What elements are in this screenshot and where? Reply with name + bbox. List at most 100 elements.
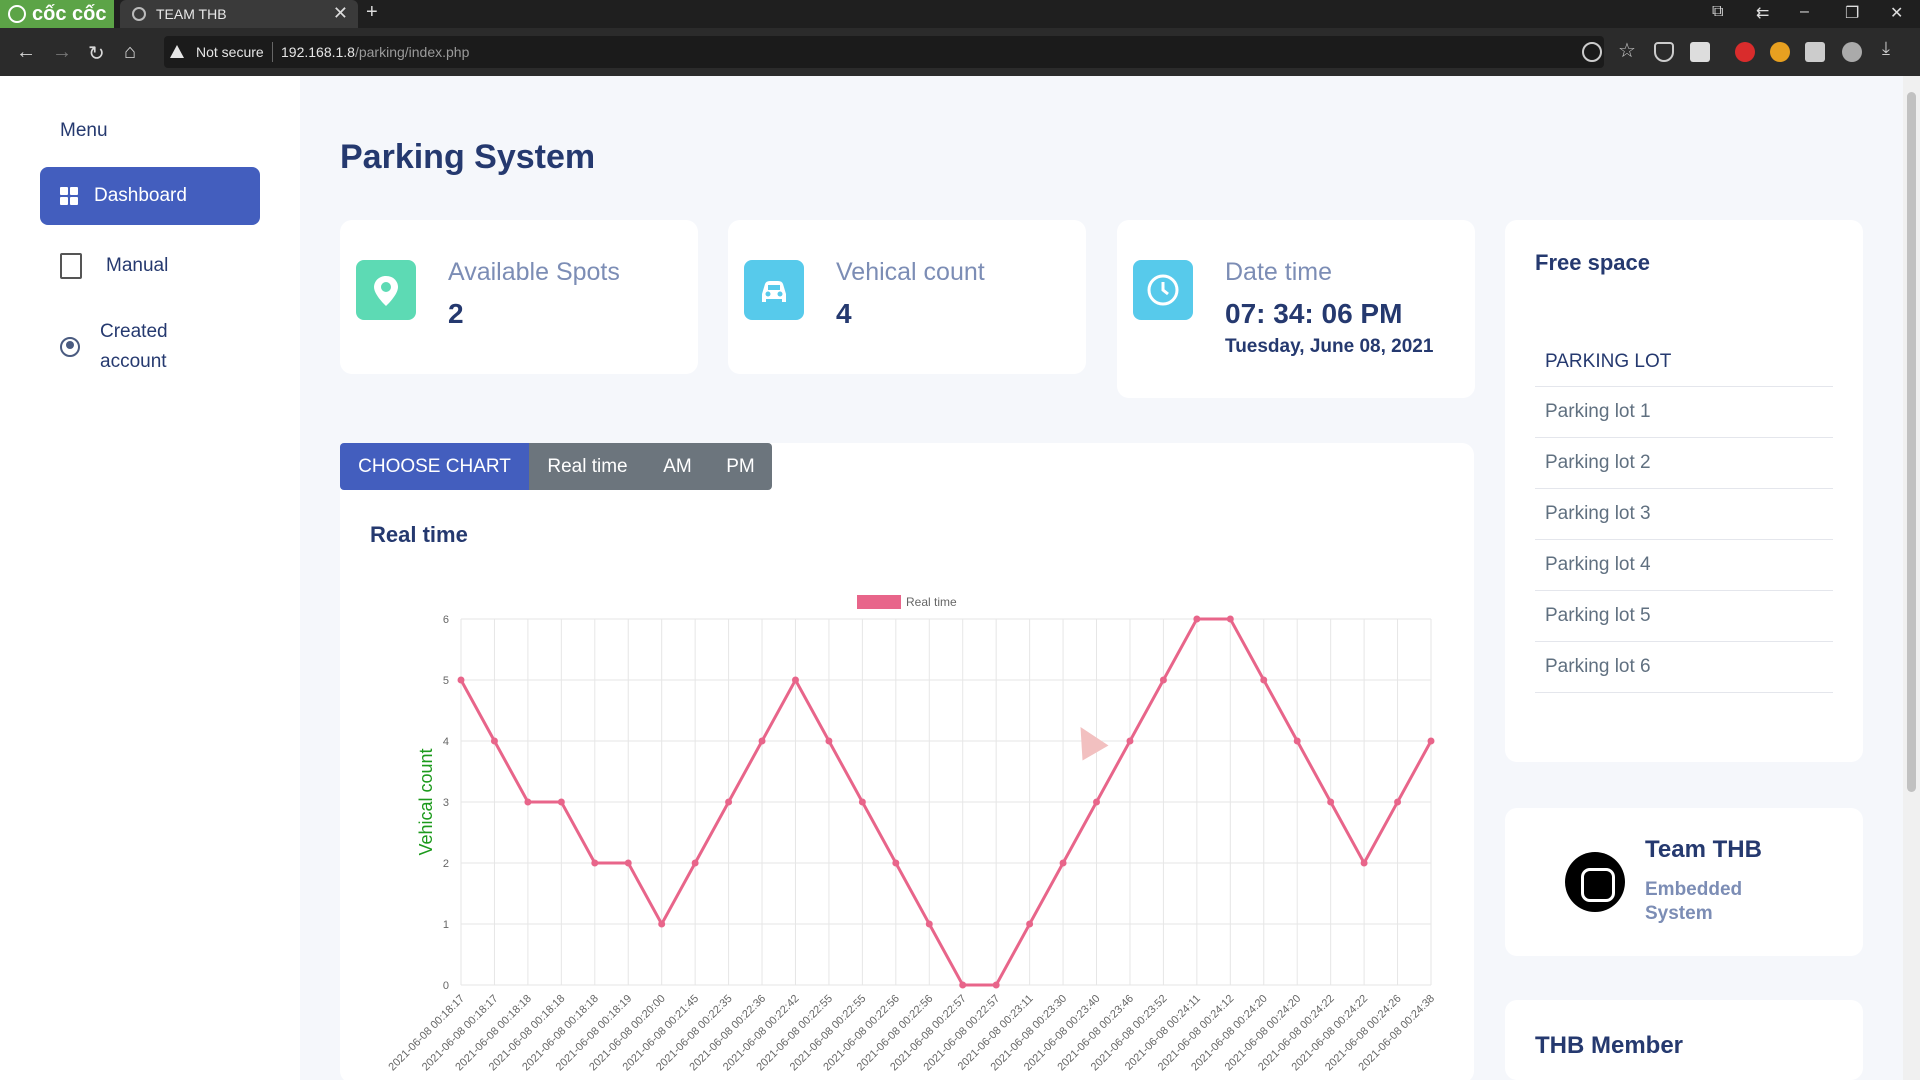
data-point	[457, 676, 465, 684]
parking-lot-item: Parking lot 3	[1545, 503, 1651, 524]
data-point	[658, 920, 666, 928]
divider	[1535, 488, 1833, 489]
stat-label: Vehical count	[836, 258, 985, 286]
screen-capture-icon[interactable]: ⧉	[1712, 3, 1723, 21]
sidebar-item-label: Manual	[106, 255, 169, 276]
brand-label: cốc cốc	[32, 2, 107, 25]
user-circle-icon	[60, 337, 80, 357]
data-point	[925, 920, 933, 928]
forward-icon[interactable]: →	[52, 41, 72, 64]
back-icon[interactable]: ←	[16, 41, 36, 64]
home-icon[interactable]: ⌂	[124, 41, 136, 64]
team-logo-icon	[1565, 852, 1625, 912]
data-point	[992, 981, 1000, 989]
stat-card-vehical-count: Vehical count 4	[728, 220, 1086, 374]
data-point	[1327, 798, 1335, 806]
sidebar: Menu Dashboard Manual Created account	[0, 76, 300, 1080]
globe-icon	[132, 7, 146, 21]
data-point	[1126, 737, 1134, 745]
browser-brand[interactable]: cốc cốc	[0, 0, 114, 28]
manual-document-icon	[60, 253, 82, 279]
reload-icon[interactable]: ↻	[88, 41, 105, 66]
puzzle-icon[interactable]	[1805, 42, 1825, 62]
download-box-icon[interactable]	[1690, 42, 1710, 62]
divider	[1535, 692, 1833, 693]
date-value: Tuesday, June 08, 2021	[1225, 336, 1434, 357]
member-title: THB Member	[1535, 1032, 1684, 1059]
team-card: Team THB Embedded System	[1505, 808, 1863, 956]
url-host: 192.168.1.8	[281, 44, 355, 60]
data-point	[490, 737, 498, 745]
not-secure-label[interactable]: Not secure	[196, 44, 264, 60]
data-point	[624, 859, 632, 867]
team-name: Team THB	[1645, 836, 1762, 863]
divider	[1535, 539, 1833, 540]
car-icon	[744, 260, 804, 320]
coccoc-logo-icon	[8, 5, 26, 23]
stat-card-available-spots: Available Spots 2	[340, 220, 698, 374]
download-icon[interactable]: ⤓	[1882, 38, 1902, 58]
y-axis-label: Vehical count	[416, 748, 436, 855]
shield-icon[interactable]	[1654, 42, 1674, 62]
y-tick-label: 1	[443, 919, 449, 931]
free-space-title: Free space	[1535, 250, 1650, 275]
data-point	[591, 859, 599, 867]
data-point	[1026, 920, 1034, 928]
window-close-icon[interactable]: ✕	[1890, 3, 1903, 23]
menu-title: Menu	[60, 120, 108, 141]
pm-button[interactable]: PM	[709, 443, 772, 490]
extension-orange-icon[interactable]	[1770, 42, 1790, 62]
bookmark-star-icon[interactable]: ☆	[1618, 38, 1638, 62]
stat-card-date-time: Date time 07: 34: 06 PM Tuesday, June 08…	[1117, 220, 1475, 398]
data-point	[1193, 615, 1201, 623]
warning-icon	[170, 45, 184, 58]
scrollbar-thumb[interactable]	[1907, 92, 1916, 792]
page-title: Parking System	[340, 138, 596, 176]
data-point	[825, 737, 833, 745]
data-point	[1226, 615, 1234, 623]
stat-label: Available Spots	[448, 258, 620, 286]
data-point	[791, 676, 799, 684]
parking-lot-item: Parking lot 5	[1545, 605, 1651, 626]
sidebar-item-dashboard[interactable]: Dashboard	[40, 167, 260, 225]
minimize-icon[interactable]: –	[1800, 3, 1809, 21]
stat-value: 4	[836, 298, 852, 329]
data-point	[691, 859, 699, 867]
data-point	[758, 737, 766, 745]
free-space-card: Free space PARKING LOT Parking lot 1 Par…	[1505, 220, 1863, 762]
grid-icon	[60, 187, 78, 205]
y-tick-label: 5	[443, 675, 449, 687]
parking-lot-item: Parking lot 6	[1545, 656, 1651, 677]
data-point	[1293, 737, 1301, 745]
y-tick-label: 3	[443, 797, 449, 809]
data-point	[1159, 676, 1167, 684]
y-tick-label: 4	[443, 736, 449, 748]
sidebar-item-created-account[interactable]: Created account	[60, 317, 168, 377]
chart-title: Real time	[370, 522, 468, 547]
restore-icon[interactable]: ❐	[1845, 3, 1859, 23]
data-point	[892, 859, 900, 867]
parking-lot-item: Parking lot 2	[1545, 452, 1651, 473]
browser-tab[interactable]: TEAM THB ✕	[120, 0, 358, 28]
sidebar-item-label: Dashboard	[94, 185, 187, 206]
am-button[interactable]: AM	[646, 443, 709, 490]
back-arrows-icon[interactable]: ⇇	[1756, 3, 1769, 23]
member-card: THB Member	[1505, 1000, 1863, 1080]
url-text[interactable]: 192.168.1.8/parking/index.php	[281, 44, 469, 60]
sidebar-item-label-line1: Created	[100, 321, 168, 342]
adblock-icon[interactable]	[1735, 42, 1755, 62]
url-divider	[272, 42, 273, 62]
divider	[1535, 641, 1833, 642]
url-path: /parking/index.php	[354, 44, 470, 60]
tab-close-icon[interactable]: ✕	[333, 3, 348, 24]
real-time-button[interactable]: Real time	[529, 443, 646, 490]
new-tab-button[interactable]: +	[366, 1, 378, 24]
zoom-out-icon[interactable]	[1582, 42, 1602, 62]
data-point	[557, 798, 565, 806]
parking-lot-header: PARKING LOT	[1545, 351, 1672, 372]
page-scrollbar[interactable]	[1903, 76, 1920, 1080]
profile-avatar[interactable]	[1842, 42, 1862, 62]
choose-chart-button[interactable]: CHOOSE CHART	[340, 443, 529, 490]
sidebar-item-manual[interactable]: Manual	[60, 253, 168, 279]
clock-icon	[1133, 260, 1193, 320]
